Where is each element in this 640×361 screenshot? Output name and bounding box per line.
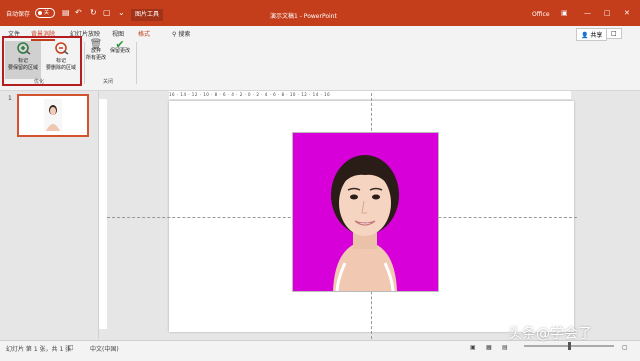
horizontal-ruler: 16 · 14 · 12 · 10 · 8 · 6 · 4 · 2 · 0 · … [169,91,571,99]
redo-icon[interactable]: ↻ [90,9,97,17]
mark-keep-label-2: 要保留的区域 [7,65,38,71]
tab-format[interactable]: 格式 [138,29,150,38]
normal-view-icon[interactable]: ▣ [470,344,476,351]
account-label[interactable]: Office [532,11,550,18]
autosave-label: 自动保存 [6,11,31,18]
close-icon[interactable]: ✕ [624,9,630,17]
keep-changes-button[interactable]: ✔ 保留更改 [108,38,132,79]
close-group-label: 关闭 [103,79,114,85]
search-label: 搜索 [178,31,191,38]
slide-info: 幻灯片 第 1 张，共 1 张 [6,346,72,353]
toggle-knob [38,11,42,15]
undo-icon[interactable]: ↶ [75,9,82,17]
editing-area: 16 · 14 · 12 · 10 · 8 · 6 · 4 · 2 · 0 · … [99,91,640,339]
autosave-state: 关 [44,10,50,16]
portrait-photo[interactable] [292,132,439,292]
discard-label-1: 放弃 [90,48,101,54]
checkmark-icon: ✔ [115,38,125,51]
vertical-ruler [99,99,107,329]
mark-keep-icon [17,42,31,55]
trash-icon: 🗑 [89,39,103,50]
maximize-icon[interactable]: □ [604,9,611,17]
title-bar: 自动保存 关 ▤ ↶ ↻ ▢ ⌄ 图片工具 演示文稿1 - PowerPoint… [0,0,640,26]
present-icon[interactable]: ▢ [103,9,111,17]
mark-areas-to-remove-button[interactable]: 标记 要删除的区域 [42,41,80,79]
portrait-drawing [293,133,438,291]
zoom-slider-thumb[interactable] [568,342,571,350]
comments-button[interactable]: □ [606,28,622,39]
tab-view[interactable]: 视图 [112,29,124,38]
reading-view-icon[interactable]: ▤ [502,344,508,351]
watermark: 头条@学会了 [508,326,592,342]
autosave-toggle[interactable]: 关 [35,8,55,18]
more-icon[interactable]: ⌄ [118,9,125,17]
slide-thumbnail[interactable] [17,94,89,137]
proofing-icon[interactable]: □ [68,344,74,351]
share-label: 共享 [590,32,603,39]
mark-areas-to-keep-button[interactable]: 标记 要保留的区域 [5,41,41,79]
slide-number: 1 [8,95,12,102]
share-icon: 👤 [581,32,589,39]
fit-slide-icon[interactable]: ▢ [622,344,628,351]
discard-all-changes-button[interactable]: 🗑 放弃 所有更改 [84,39,108,79]
share-button[interactable]: 👤 共享 [576,28,608,41]
mark-remove-label-1: 标记 [55,58,66,64]
thumbnail-portrait [44,99,62,131]
mark-remove-icon [55,42,69,55]
slide-sorter-icon[interactable]: ▦ [486,344,492,351]
group-separator [136,42,137,84]
document-title: 演示文稿1 - PowerPoint [270,13,337,20]
mark-keep-label-1: 标记 [17,58,28,64]
comment-icon: □ [611,30,617,37]
refine-group-label: 优化 [34,79,45,85]
ribbon-display-icon[interactable]: ▣ [561,9,568,17]
slide-thumbnail-pane: 1 [0,91,99,339]
keep-changes-label: 保留更改 [109,48,130,54]
save-icon[interactable]: ▤ [62,9,70,17]
thumbnail-portrait-drawing [46,105,60,131]
minimize-icon[interactable]: — [584,9,591,17]
picture-tools-label: 图片工具 [131,9,164,21]
zoom-slider[interactable] [524,342,614,350]
search-icon: ⚲ [172,31,177,38]
mark-remove-label-2: 要删除的区域 [45,65,76,71]
ribbon: 文件 背景消除 幻灯片放映 视图 格式 ⚲ 搜索 👤 共享 □ 标记 要保留的区… [0,26,640,91]
language-label[interactable]: 中文(中国) [90,344,119,353]
status-bar: 幻灯片 第 1 张，共 1 张 □ 中文(中国) ▣ ▦ ▤ ▢ [0,340,640,361]
discard-label-2: 所有更改 [85,55,106,61]
search-box[interactable]: ⚲ 搜索 [172,29,190,38]
